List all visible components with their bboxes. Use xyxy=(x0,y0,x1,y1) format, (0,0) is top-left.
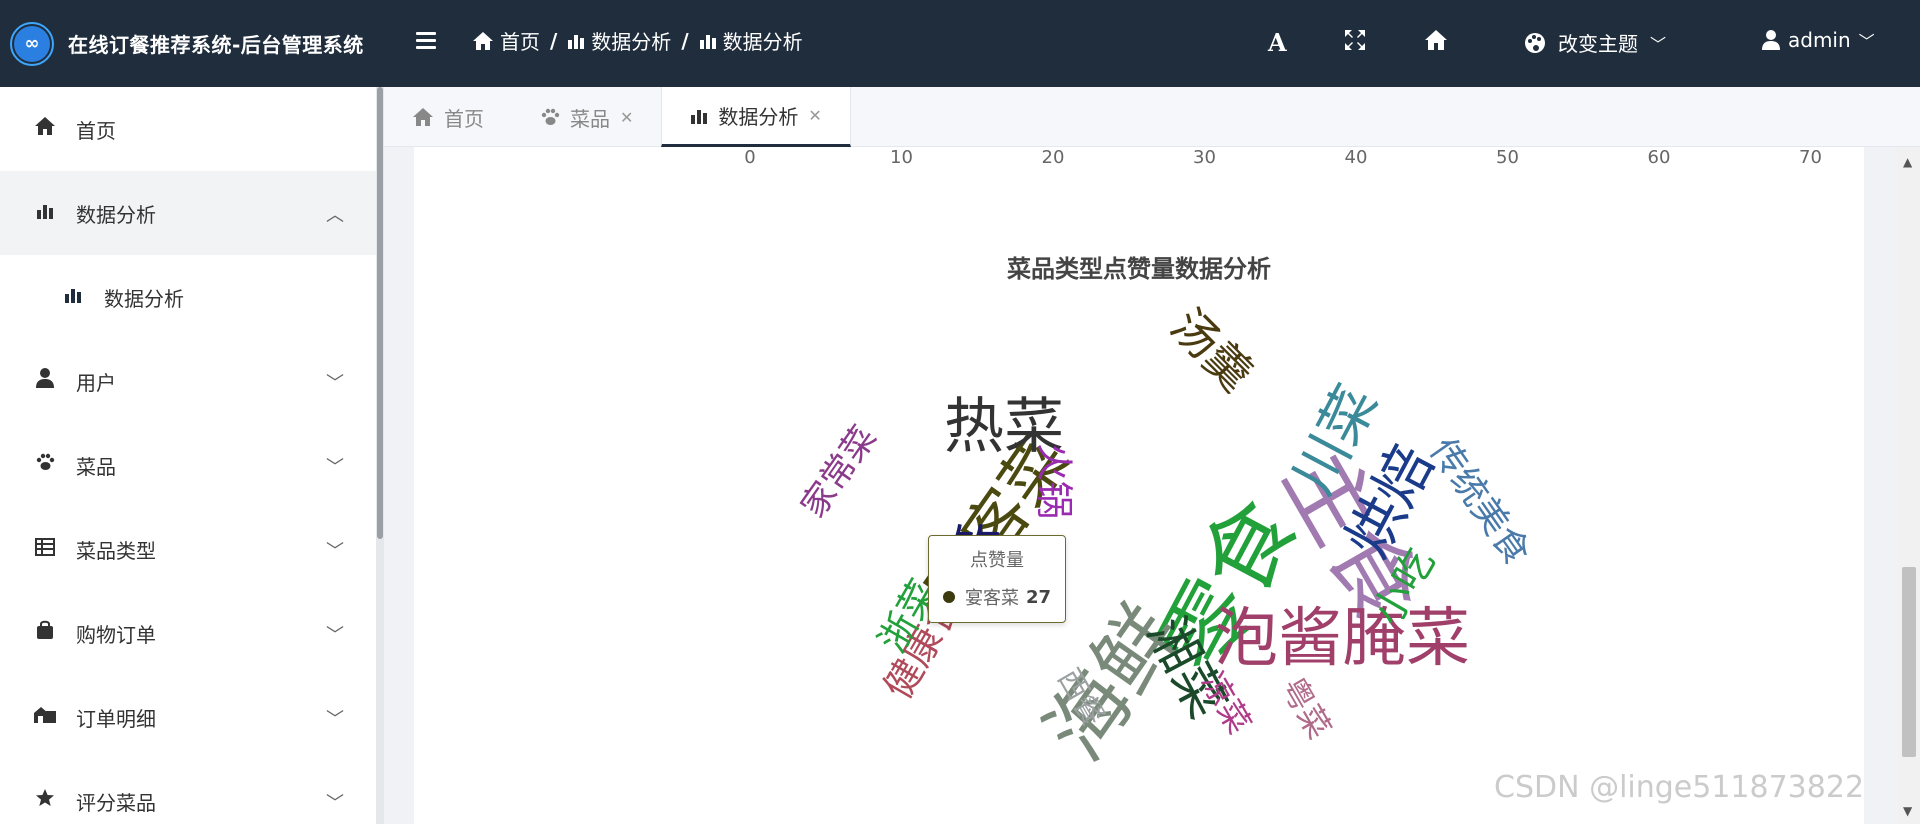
main-scrollbar[interactable]: ▲ ▼ xyxy=(1898,147,1920,824)
tab-home[interactable]: 首页 xyxy=(384,87,512,147)
home-icon xyxy=(413,108,433,126)
word-cloud-word[interactable]: 粤菜 xyxy=(1274,671,1339,745)
breadcrumb-label: 数据分析 xyxy=(722,30,803,54)
tab-bar: 首页 菜品 ✕ 数据分析 ✕ xyxy=(384,87,1920,147)
top-header: ∞ 在线订餐推荐系统-后台管理系统 首页 / 数据分析 / 数据分析 A 改变主… xyxy=(0,0,1920,87)
sidebar-item-dish[interactable]: 菜品 ﹀ xyxy=(0,423,376,507)
word-cloud-word[interactable]: 汤羹 xyxy=(1160,298,1263,401)
tab-label: 菜品 xyxy=(570,106,610,131)
tooltip-title: 点赞量 xyxy=(970,550,1024,571)
breadcrumb: 首页 / 数据分析 / 数据分析 xyxy=(472,26,803,55)
chevron-down-icon: ﹀ xyxy=(326,793,344,814)
sidebar-item-orders[interactable]: 购物订单 ﹀ xyxy=(0,591,376,675)
chevron-up-icon: ︿ xyxy=(326,205,344,226)
tooltip-name: 宴客菜 xyxy=(965,588,1019,609)
breadcrumb-analysis[interactable]: 数据分析 xyxy=(567,26,671,55)
font-size-icon[interactable]: A xyxy=(1268,28,1287,58)
theme-switcher[interactable]: 改变主题 ﹀ xyxy=(1524,28,1666,57)
menu-toggle-icon[interactable] xyxy=(416,32,436,50)
tab-analysis[interactable]: 数据分析 ✕ xyxy=(661,87,851,147)
tab-dish[interactable]: 菜品 ✕ xyxy=(512,87,661,147)
word-cloud-word[interactable]: 泡酱腌菜 xyxy=(1214,607,1470,671)
sidebar-item-rating[interactable]: 评分菜品 ﹀ xyxy=(0,759,376,824)
logo: ∞ xyxy=(10,21,54,66)
watermark: CSDN @linge511873822 xyxy=(1494,770,1865,805)
sidebar-scrollbar[interactable] xyxy=(376,87,384,824)
palette-icon xyxy=(1525,32,1545,53)
user-icon xyxy=(1762,30,1780,50)
home-icon xyxy=(32,116,58,142)
close-icon[interactable]: ✕ xyxy=(620,108,633,127)
close-icon[interactable]: ✕ xyxy=(808,106,821,125)
word-cloud-word[interactable]: 传统美食 xyxy=(1421,431,1537,572)
chevron-down-icon: ﹀ xyxy=(1858,32,1875,51)
series-dot xyxy=(943,591,955,603)
home-icon[interactable] xyxy=(1424,28,1448,58)
user-menu[interactable]: admin ﹀ xyxy=(1762,28,1875,52)
bar-chart-icon xyxy=(64,285,86,309)
paw-icon xyxy=(32,452,58,478)
user-name: admin xyxy=(1788,28,1851,52)
scroll-down-icon[interactable]: ▼ xyxy=(1903,804,1912,818)
tooltip-value: 27 xyxy=(1025,586,1051,608)
theme-label: 改变主题 xyxy=(1558,32,1638,56)
bag-icon xyxy=(32,620,58,646)
sidebar-item-analysis[interactable]: 数据分析 ︿ xyxy=(0,171,376,255)
tab-label: 首页 xyxy=(444,106,484,131)
word-cloud-word[interactable]: 凉菜 xyxy=(1194,666,1259,740)
sidebar-item-label: 评分菜品 xyxy=(76,790,156,815)
user-icon xyxy=(32,368,58,394)
breadcrumb-label: 数据分析 xyxy=(591,30,672,54)
scrollbar-thumb[interactable] xyxy=(1902,567,1916,757)
breadcrumb-home[interactable]: 首页 xyxy=(472,26,540,55)
chevron-down-icon: ﹀ xyxy=(326,457,344,478)
star-icon xyxy=(32,788,58,814)
sidebar-item-dish-type[interactable]: 菜品类型 ﹀ xyxy=(0,507,376,591)
fullscreen-icon[interactable] xyxy=(1344,28,1366,58)
sidebar-item-label: 数据分析 xyxy=(104,286,184,311)
table-icon xyxy=(32,537,58,562)
sidebar-item-home[interactable]: 首页 xyxy=(0,87,376,171)
paw-icon xyxy=(541,108,560,125)
house-icon xyxy=(32,704,58,730)
bar-chart-icon xyxy=(699,34,716,49)
sidebar-subitem-analysis[interactable]: 数据分析 xyxy=(0,255,376,339)
chevron-down-icon: ﹀ xyxy=(326,625,344,646)
app-title: 在线订餐推荐系统-后台管理系统 xyxy=(68,33,364,57)
logo-mark: ∞ xyxy=(14,25,50,62)
scroll-up-icon[interactable]: ▲ xyxy=(1903,155,1912,169)
sidebar-item-label: 首页 xyxy=(76,118,116,143)
sidebar-item-order-detail[interactable]: 订单明细 ﹀ xyxy=(0,675,376,759)
main-content: 0 10 20 30 40 50 60 70 菜品类型点赞量数据分析 零食 主食 海鲜 宴客菜 泡酱腌… xyxy=(414,147,1864,824)
chevron-down-icon: ﹀ xyxy=(326,709,344,730)
bar-chart-icon xyxy=(691,109,708,124)
chevron-down-icon: ﹀ xyxy=(326,373,344,394)
sidebar-item-label: 购物订单 xyxy=(76,622,156,647)
sidebar: 首页 数据分析 ︿ 数据分析 用户 ﹀ 菜品 ﹀ 菜品类型 ﹀ 购物订单 ﹀ 订… xyxy=(0,87,376,824)
sidebar-item-label: 用户 xyxy=(76,370,116,395)
word-cloud: 零食 主食 海鲜 宴客菜 泡酱腌菜 热菜 湘菜 烘焙 川菜 汤羹 传统美食 家常菜 火锅 小吃 健康食 浙菜西… xyxy=(414,147,1864,824)
breadcrumb-separator: / xyxy=(550,28,558,53)
brand: ∞ 在线订餐推荐系统-后台管理系统 xyxy=(0,0,378,87)
breadcrumb-current: 数据分析 xyxy=(699,26,803,55)
sidebar-item-label: 菜品 xyxy=(76,454,116,479)
chart-tooltip: 点赞量 宴客菜 27 xyxy=(928,535,1066,623)
chevron-down-icon: ﹀ xyxy=(326,541,344,562)
breadcrumb-label: 首页 xyxy=(500,30,540,54)
sidebar-item-label: 数据分析 xyxy=(76,202,156,227)
chevron-down-icon: ﹀ xyxy=(1650,34,1667,54)
word-cloud-word[interactable]: 火锅 xyxy=(1032,443,1076,519)
sidebar-item-user[interactable]: 用户 ﹀ xyxy=(0,339,376,423)
bar-chart-icon xyxy=(568,34,585,49)
breadcrumb-separator: / xyxy=(681,28,689,53)
tab-label: 数据分析 xyxy=(718,105,799,129)
sidebar-item-label: 订单明细 xyxy=(76,706,156,731)
sidebar-item-label: 菜品类型 xyxy=(76,538,156,563)
word-cloud-word[interactable]: 家常菜 xyxy=(793,419,884,525)
bar-chart-icon xyxy=(32,201,58,226)
tooltip-row: 宴客菜 27 xyxy=(943,584,1051,610)
home-icon xyxy=(473,31,493,50)
